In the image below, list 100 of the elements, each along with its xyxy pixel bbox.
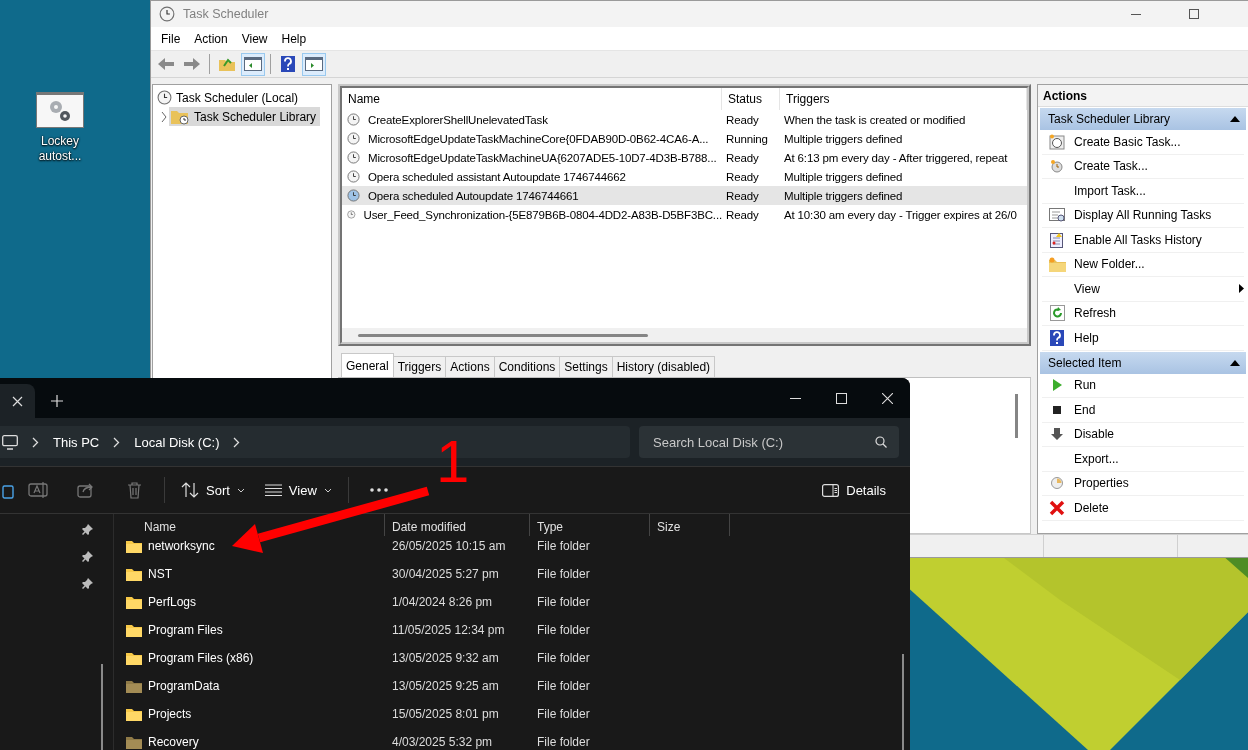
details-button[interactable]: Details xyxy=(812,474,896,506)
task-command[interactable]: View xyxy=(1042,277,1244,302)
file-name[interactable]: NST xyxy=(148,567,172,581)
task-command[interactable]: Display All Running Tasks xyxy=(1042,203,1244,228)
menu-item[interactable]: File xyxy=(154,31,188,46)
clock-icon xyxy=(159,6,175,22)
task-name: MicrosoftEdgeUpdateTaskMachineUA{6207ADE5-10D7-4D3B-B788... xyxy=(367,151,717,164)
expand-caret-icon[interactable] xyxy=(161,111,169,122)
pin-icon[interactable] xyxy=(82,524,93,535)
task-name: User_Feed_Synchronization-{5E879B6B-0804-4DD2-A83B-D5BF3BC... xyxy=(362,208,722,221)
task-row[interactable]: CreateExplorerShellUnelevatedTask Ready When the task is created or modified xyxy=(342,110,1027,129)
menu-item[interactable]: View xyxy=(234,31,275,46)
clock-icon xyxy=(157,90,172,105)
task-command[interactable]: Refresh xyxy=(1042,301,1244,326)
column-header[interactable]: Size xyxy=(650,514,730,536)
file-name[interactable]: PerfLogs xyxy=(148,595,197,609)
pin-icon[interactable] xyxy=(82,551,93,562)
vertical-scrollbar[interactable] xyxy=(902,654,904,750)
column-header[interactable]: Name xyxy=(342,88,722,110)
task-command[interactable]: Import Task... xyxy=(1042,179,1244,204)
task-row[interactable]: MicrosoftEdgeUpdateTaskMachineUA{6207ADE5-10D7-4D3B-B788... Ready At 6:13 pm every day - After triggered, repeat xyxy=(342,148,1027,167)
file-name[interactable]: Program Files (x86) xyxy=(148,651,254,665)
date-modified: 15/05/2025 8:01 pm xyxy=(391,707,500,721)
file-name[interactable]: Projects xyxy=(148,707,192,721)
task-command[interactable]: Delete xyxy=(1042,496,1244,521)
tab[interactable]: History (disabled) xyxy=(611,356,716,377)
menu-item[interactable]: Action xyxy=(187,31,235,46)
horizontal-scrollbar[interactable] xyxy=(342,328,1027,342)
vertical-scrollbar[interactable] xyxy=(101,664,103,750)
task-command[interactable]: Export... xyxy=(1042,447,1244,472)
task-list-icon xyxy=(1049,207,1065,224)
date-modified: 11/05/2025 12:34 pm xyxy=(391,623,506,637)
sort-button[interactable]: Sort xyxy=(171,474,255,506)
task-status: Running xyxy=(725,132,769,145)
minimize-icon xyxy=(789,397,801,399)
tab[interactable]: Triggers xyxy=(392,356,447,377)
task-name: Opera scheduled assistant Autoupdate 1746744662 xyxy=(367,170,626,183)
task-command[interactable]: Enable All Tasks History xyxy=(1042,228,1244,253)
tree-item[interactable]: Task Scheduler (Local) xyxy=(155,88,303,107)
task-command[interactable]: New Folder... xyxy=(1042,252,1244,277)
toolbar-button[interactable] xyxy=(302,52,326,76)
search-icon xyxy=(875,436,887,448)
chevron-icon xyxy=(233,436,241,448)
task-status: Ready xyxy=(725,208,760,221)
close-icon[interactable] xyxy=(12,395,23,407)
vertical-scrollbar[interactable] xyxy=(1015,394,1018,438)
file-name[interactable]: Recovery xyxy=(148,735,199,749)
delete-icon[interactable] xyxy=(126,481,142,499)
date-modified: 26/05/2025 10:15 am xyxy=(391,539,507,553)
delete-icon xyxy=(1049,499,1065,516)
date-modified: 30/04/2025 5:27 pm xyxy=(391,567,500,581)
gears-icon[interactable] xyxy=(36,92,84,128)
list-icon xyxy=(264,484,282,496)
pin-icon[interactable] xyxy=(82,578,93,589)
stop-icon xyxy=(1051,403,1063,416)
file-name[interactable]: networksync xyxy=(148,539,215,553)
column-header[interactable]: Triggers xyxy=(780,88,1027,110)
tab[interactable] xyxy=(0,384,35,418)
task-row[interactable]: Opera scheduled Autoupdate 1746744661 Ready Multiple triggers defined xyxy=(342,186,1027,205)
task-row[interactable]: Opera scheduled assistant Autoupdate 1746744662 Ready Multiple triggers defined xyxy=(342,167,1027,186)
new-folder-icon xyxy=(1048,256,1066,272)
file-name[interactable]: Program Files xyxy=(148,623,223,637)
clock-icon xyxy=(347,151,360,164)
task-command[interactable]: Run xyxy=(1042,373,1244,398)
column-header[interactable]: Type xyxy=(530,514,650,536)
section-header[interactable]: Task Scheduler Library xyxy=(1040,108,1246,130)
task-command[interactable]: Properties xyxy=(1042,471,1244,496)
close-icon xyxy=(881,392,893,404)
column-header[interactable]: Status xyxy=(722,88,780,110)
menu-item[interactable]: Help xyxy=(274,31,314,46)
collapse-arrow-icon[interactable] xyxy=(1230,359,1240,366)
task-command[interactable]: Create Task... xyxy=(1042,154,1244,179)
task-row[interactable]: MicrosoftEdgeUpdateTaskMachineCore{0FDAB90D-0B62-4CA6-A... Running Multiple triggers defined xyxy=(342,129,1027,148)
task-command[interactable]: Help xyxy=(1042,326,1244,351)
collapse-arrow-icon[interactable] xyxy=(1230,116,1240,122)
task-command[interactable]: End xyxy=(1042,398,1244,423)
panel-icon xyxy=(305,57,323,71)
task-command[interactable]: Disable xyxy=(1042,422,1244,447)
toolbar-button[interactable] xyxy=(241,52,265,76)
panel-icon xyxy=(244,57,262,71)
computer-icon xyxy=(2,434,18,450)
tab[interactable]: Settings xyxy=(559,356,613,377)
task-command[interactable]: Create Basic Task... xyxy=(1042,130,1244,155)
breadcrumb-item[interactable]: Local Disk (C:) xyxy=(134,434,220,450)
breadcrumb-item[interactable]: This PC xyxy=(53,434,100,450)
task-name: Opera scheduled Autoupdate 1746744661 xyxy=(367,189,579,202)
task-row[interactable]: User_Feed_Synchronization-{5E879B6B-0804-4DD2-A83B-D5BF3BC... Ready At 10:30 am every day - Trigger expires at 26/0 xyxy=(342,205,1027,224)
file-name[interactable]: ProgramData xyxy=(148,679,220,693)
view-button[interactable]: View xyxy=(254,474,342,506)
details-pane-icon xyxy=(822,483,840,497)
column-header[interactable]: Date modified xyxy=(385,514,530,536)
desktop-icon-label[interactable]: Lockey autost... xyxy=(31,134,89,164)
task-status: Ready xyxy=(725,113,760,126)
share-icon[interactable] xyxy=(77,482,95,498)
task-trigger: Multiple triggers defined xyxy=(783,170,904,183)
search-field[interactable]: Search Local Disk (C:) xyxy=(639,426,899,458)
tree-item[interactable]: Task Scheduler Library xyxy=(169,107,321,126)
section-header[interactable]: Selected Item xyxy=(1040,351,1246,374)
rename-icon[interactable] xyxy=(28,481,48,499)
tab[interactable]: General xyxy=(341,353,394,377)
